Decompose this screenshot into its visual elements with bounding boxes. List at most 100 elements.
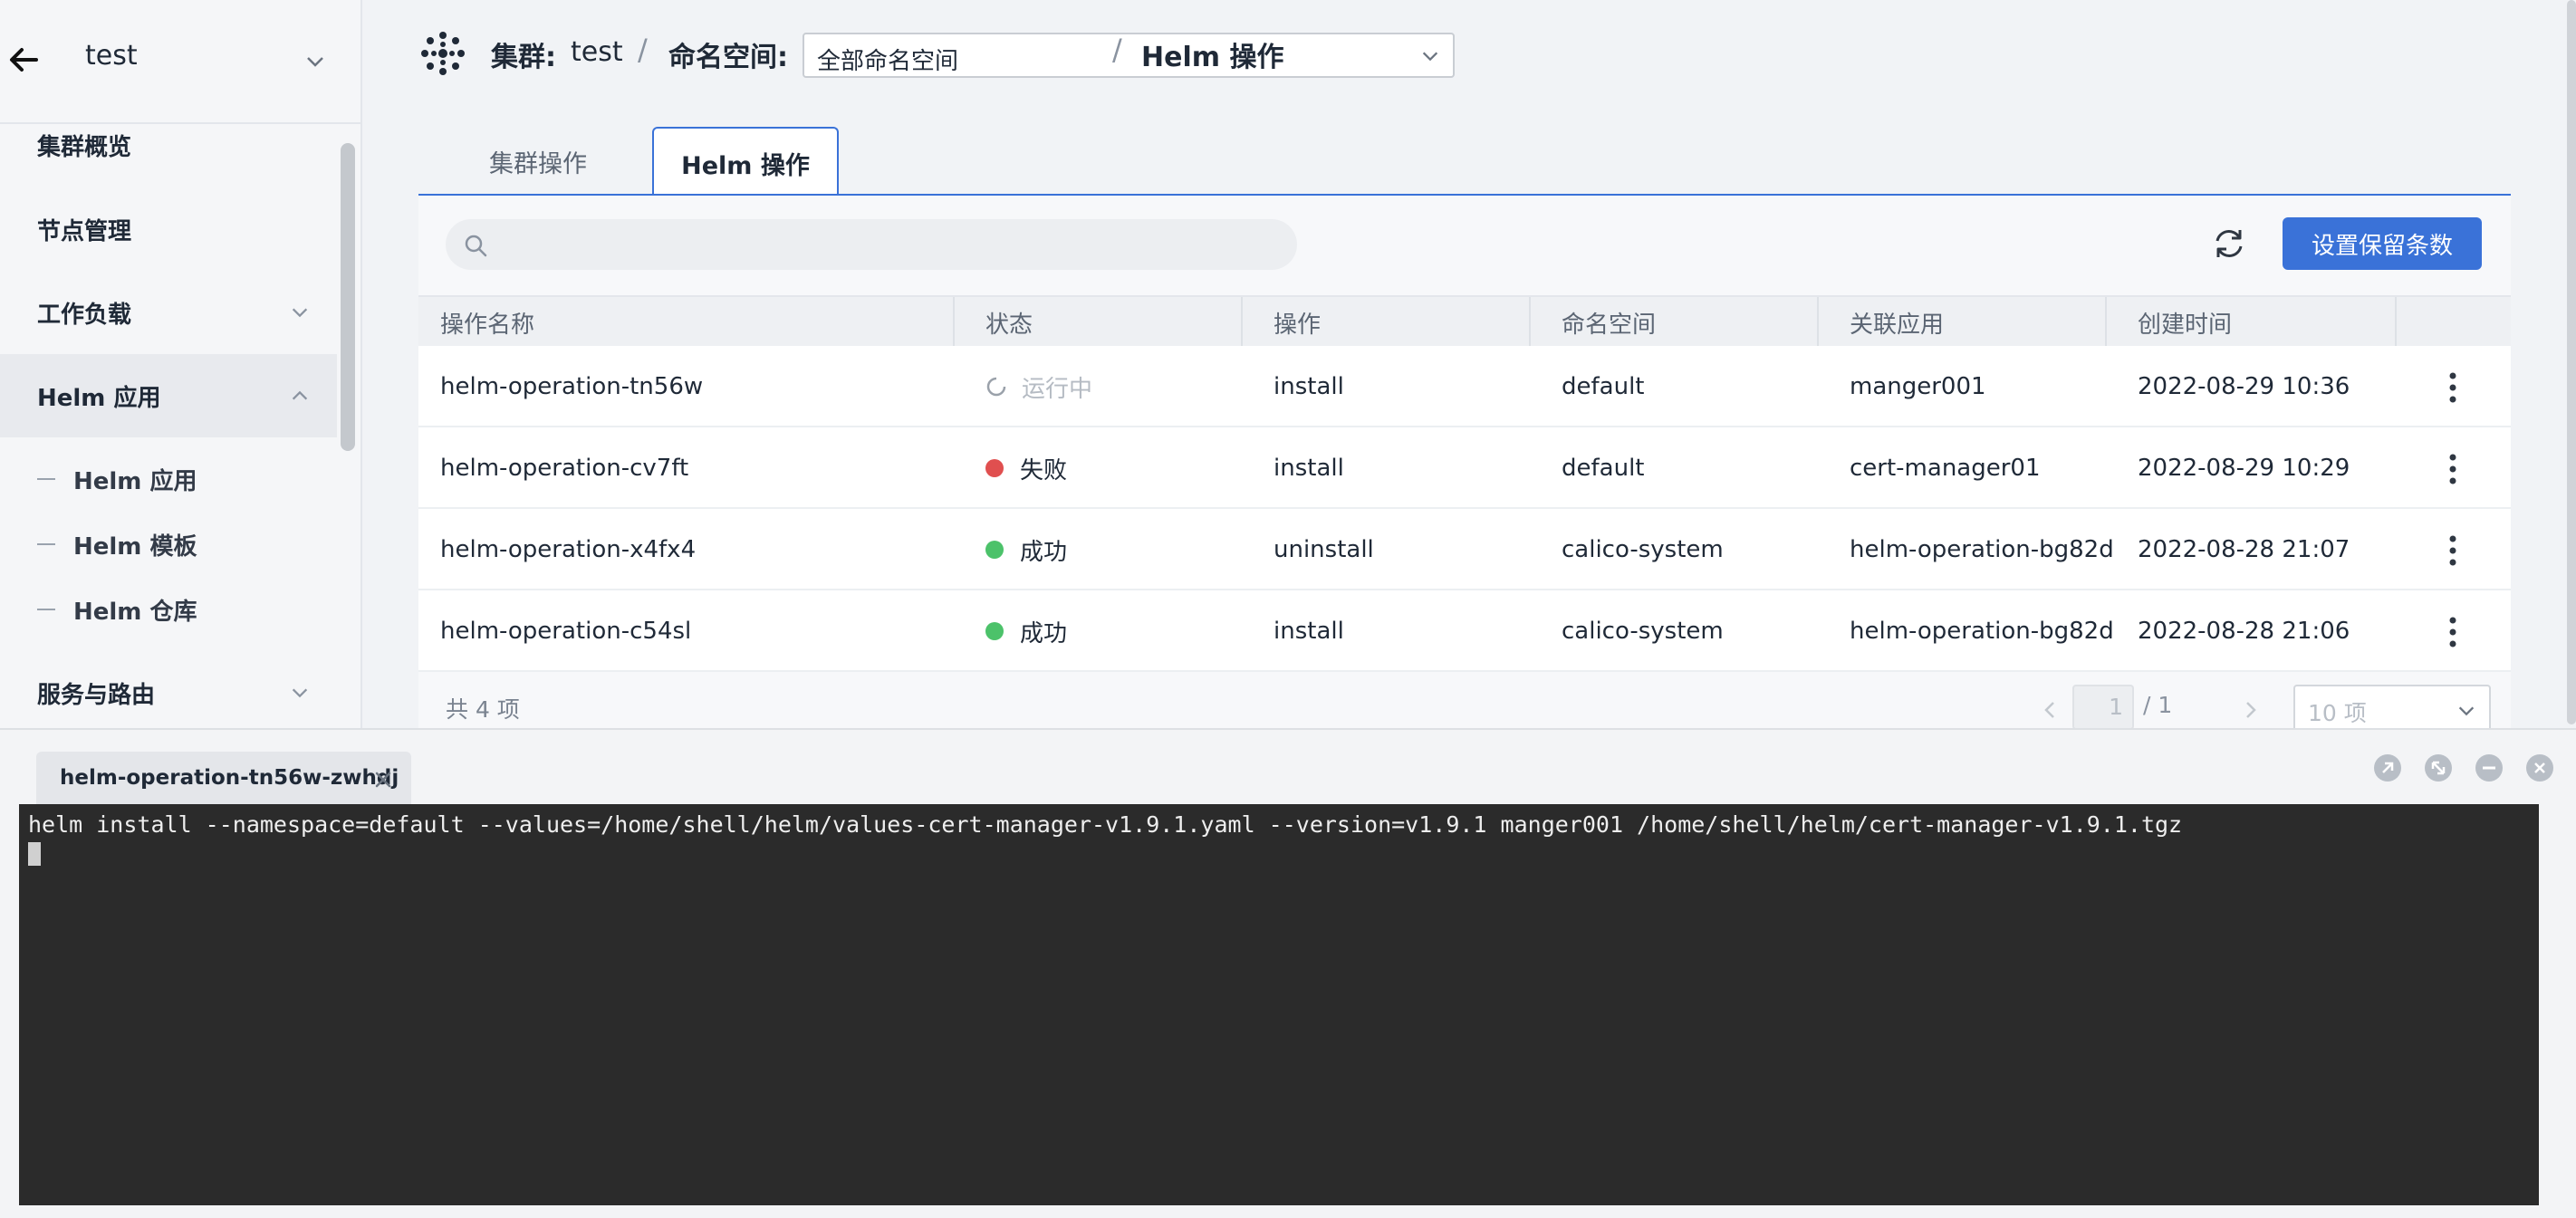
column-header-app: 关联应用	[1850, 311, 1945, 339]
operations-card: 设置保留条数 操作名称 状态 操作 命名空间 关联应用 创建时间 helm-op…	[418, 196, 2511, 739]
app-cell: helm-operation-bg82d	[1850, 618, 2114, 645]
tab-cluster-operations[interactable]: 集群操作	[420, 127, 656, 196]
sidebar-subitem-helm-repos[interactable]: Helm 仓库	[0, 580, 337, 638]
column-divider	[1241, 297, 1243, 348]
expand-icon[interactable]	[2424, 753, 2453, 782]
operation-name[interactable]: helm-operation-x4fx4	[440, 509, 696, 590]
chevron-down-icon[interactable]	[304, 51, 326, 72]
close-icon[interactable]	[373, 770, 393, 790]
spinner-icon	[986, 377, 1006, 397]
table-row[interactable]: helm-operation-x4fx4 成功 uninstall calico…	[418, 509, 2511, 590]
back-arrow-icon[interactable]	[7, 43, 40, 76]
cluster-name: test	[85, 40, 138, 72]
cluster-value[interactable]: test	[571, 36, 623, 68]
more-vertical-icon[interactable]	[2444, 371, 2462, 404]
namespace-select[interactable]: 全部命名空间	[803, 33, 1455, 78]
terminal-cursor	[28, 842, 41, 866]
column-header-action: 操作	[1274, 311, 1322, 339]
column-header-namespace: 命名空间	[1562, 311, 1657, 339]
table-row[interactable]: helm-operation-cv7ft 失败 install default …	[418, 427, 2511, 509]
table-row[interactable]: helm-operation-c54sl 成功 install calico-s…	[418, 590, 2511, 672]
popout-icon[interactable]	[2373, 753, 2402, 782]
sidebar-item-helm-apps[interactable]: Helm 应用	[0, 354, 337, 437]
status-text: 运行中	[1022, 375, 1093, 403]
cluster-logo-icon	[421, 32, 465, 75]
chevron-down-icon	[1422, 52, 1438, 62]
status-dot-success	[985, 541, 1004, 559]
status-cell: 成功	[985, 590, 1067, 672]
status-dot-failed	[985, 459, 1004, 477]
search-input[interactable]	[446, 219, 1297, 270]
breadcrumb-separator: /	[638, 33, 648, 67]
tab-helm-operations[interactable]: Helm 操作	[652, 127, 839, 197]
tab-label: Helm 操作	[681, 151, 810, 180]
sidebar-subitem-helm-templates[interactable]: Helm 模板	[0, 515, 337, 573]
status-text: 成功	[1020, 538, 1068, 566]
sidebar-item-label: 节点管理	[37, 217, 132, 245]
total-count: 共 4 项	[446, 696, 520, 723]
status-text: 失败	[1020, 456, 1068, 484]
status-cell: 失败	[985, 427, 1067, 509]
status-text: 成功	[1020, 619, 1068, 647]
table-header: 操作名称 状态 操作 命名空间 关联应用 创建时间	[418, 295, 2511, 348]
namespace-label: 命名空间:	[668, 42, 788, 73]
sidebar-scrollbar[interactable]	[341, 143, 355, 451]
sidebar-item-services-routes[interactable]: 服务与路由	[0, 651, 337, 734]
column-divider	[2395, 297, 2397, 348]
more-vertical-icon[interactable]	[2444, 534, 2462, 567]
created-cell: 2022-08-28 21:06	[2138, 618, 2350, 645]
sidebar-item-workloads[interactable]: 工作负载	[0, 271, 337, 354]
chevron-left-icon[interactable]	[2040, 699, 2062, 721]
action-cell: install	[1274, 455, 1344, 482]
status-cell: 成功	[985, 509, 1067, 590]
sidebar-subitem-label: Helm 应用	[73, 467, 197, 495]
more-vertical-icon[interactable]	[2444, 616, 2462, 648]
header-breadcrumb: 集群: test / 命名空间: 全部命名空间 / Helm 操作	[362, 0, 2576, 107]
tab-label: 集群操作	[489, 149, 587, 178]
column-divider	[2105, 297, 2107, 348]
page-number-input[interactable]: 1	[2072, 685, 2134, 730]
refresh-icon[interactable]	[2208, 223, 2250, 264]
page-size-value: 10 项	[2308, 700, 2367, 726]
operation-name[interactable]: helm-operation-tn56w	[440, 346, 703, 427]
chevron-down-icon	[292, 688, 308, 698]
column-header-created: 创建时间	[2138, 311, 2233, 339]
operation-name[interactable]: helm-operation-c54sl	[440, 590, 691, 672]
page-title: Helm 操作	[1141, 42, 1284, 73]
terminal-panel: helm-operation-tn56w-zwhdj helm install …	[0, 728, 2576, 1218]
table-row[interactable]: helm-operation-tn56w 运行中 install default…	[418, 346, 2511, 427]
chevron-right-icon[interactable]	[2239, 699, 2261, 721]
sidebar-item-label: Helm 应用	[37, 384, 161, 412]
table-toolbar: 设置保留条数	[418, 196, 2511, 295]
set-retention-button[interactable]: 设置保留条数	[2283, 217, 2482, 270]
terminal-tab[interactable]: helm-operation-tn56w-zwhdj	[36, 752, 411, 806]
sidebar-item-nodes[interactable]: 节点管理	[0, 187, 337, 271]
sidebar-item-label: 服务与路由	[37, 681, 156, 709]
namespace-cell: calico-system	[1562, 536, 1724, 563]
page-size-select[interactable]: 10 项	[2293, 685, 2491, 734]
app-cell: cert-manager01	[1850, 455, 2041, 482]
page-scrollbar[interactable]	[2567, 0, 2576, 724]
namespace-cell: default	[1562, 373, 1645, 400]
action-cell: install	[1274, 618, 1344, 645]
operation-name[interactable]: helm-operation-cv7ft	[440, 427, 688, 509]
sidebar-item-label: 集群概览	[37, 133, 132, 161]
more-vertical-icon[interactable]	[2444, 453, 2462, 485]
close-circle-icon[interactable]	[2525, 753, 2554, 782]
app-cell: helm-operation-bg82d	[1850, 536, 2114, 563]
column-divider	[1817, 297, 1819, 348]
breadcrumb-separator: /	[1112, 33, 1122, 67]
sidebar-subitem-label: Helm 仓库	[73, 598, 197, 626]
column-header-name: 操作名称	[440, 311, 535, 339]
terminal-screen[interactable]: helm install --namespace=default --value…	[19, 804, 2539, 1205]
namespace-cell: calico-system	[1562, 618, 1724, 645]
minimize-icon[interactable]	[2475, 753, 2504, 782]
column-header-status: 状态	[985, 311, 1033, 339]
chevron-down-icon	[2458, 706, 2475, 716]
created-cell: 2022-08-29 10:29	[2138, 455, 2350, 482]
cluster-label: 集群:	[491, 42, 556, 73]
sidebar-item-overview[interactable]: 集群概览	[0, 103, 337, 187]
app-cell: manger001	[1850, 373, 1986, 400]
sidebar-subitem-helm-apps[interactable]: Helm 应用	[0, 450, 337, 508]
dash-icon	[37, 543, 55, 545]
